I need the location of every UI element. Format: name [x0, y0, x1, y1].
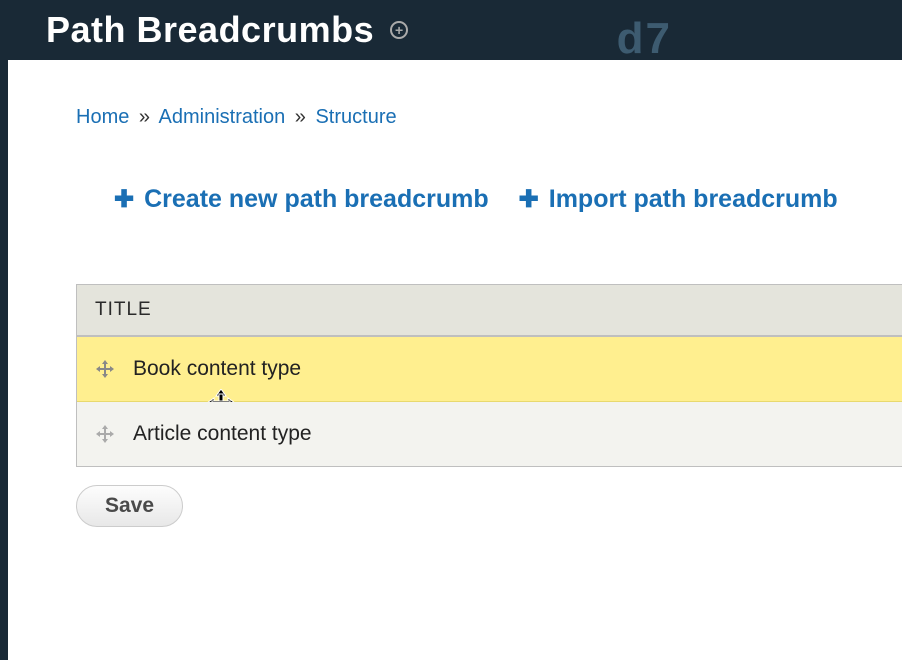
- breadcrumb-separator: »: [139, 106, 150, 128]
- row-title: Article content type: [133, 422, 312, 446]
- drag-handle-icon[interactable]: [95, 359, 115, 379]
- drag-handle-icon[interactable]: [95, 424, 115, 444]
- add-shortcut-icon[interactable]: +: [390, 21, 408, 39]
- table-header-title: TITLE: [77, 285, 902, 337]
- breadcrumb-home[interactable]: Home: [76, 106, 129, 128]
- import-breadcrumb-link[interactable]: ✚ Import path breadcrumb: [519, 185, 838, 214]
- page-title: Path Breadcrumbs: [46, 9, 374, 51]
- plus-icon: ✚: [519, 185, 539, 214]
- table-row[interactable]: Article content type: [77, 402, 902, 466]
- breadcrumb-administration[interactable]: Administration: [159, 106, 286, 128]
- breadcrumb-structure[interactable]: Structure: [315, 106, 396, 128]
- breadcrumbs-table: TITLE Book content type: [76, 284, 902, 467]
- save-button[interactable]: Save: [76, 485, 183, 527]
- breadcrumb: Home » Administration » Structure: [76, 106, 902, 129]
- background-logo: d7: [617, 14, 672, 64]
- import-label: Import path breadcrumb: [549, 185, 838, 214]
- create-label: Create new path breadcrumb: [144, 185, 489, 214]
- row-title: Book content type: [133, 357, 301, 381]
- action-links: ✚ Create new path breadcrumb ✚ Import pa…: [114, 185, 902, 214]
- create-breadcrumb-link[interactable]: ✚ Create new path breadcrumb: [114, 185, 489, 214]
- page-header: Path Breadcrumbs + d7: [0, 0, 902, 60]
- plus-icon: ✚: [114, 185, 134, 214]
- breadcrumb-separator: »: [295, 106, 306, 128]
- table-row[interactable]: Book content type: [77, 337, 902, 402]
- overlay-panel: Home » Administration » Structure ✚ Crea…: [8, 60, 902, 660]
